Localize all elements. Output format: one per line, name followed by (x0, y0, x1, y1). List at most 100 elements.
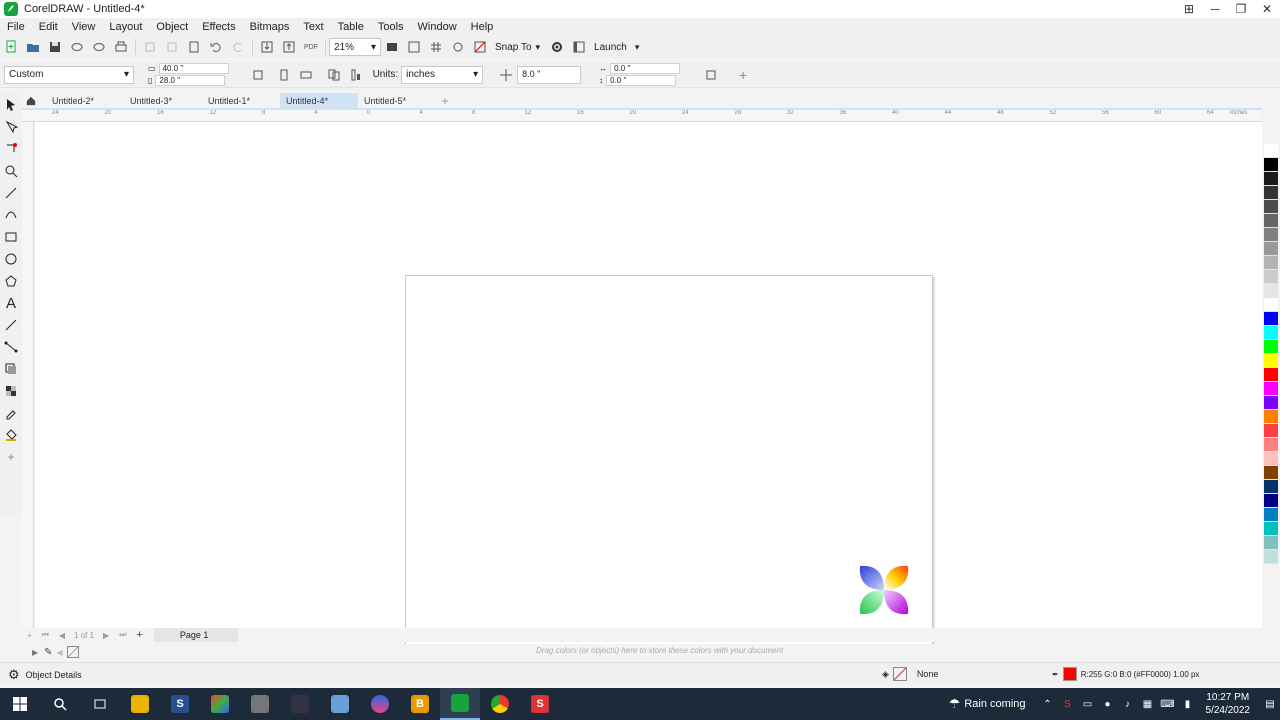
palette-swatch[interactable] (1264, 158, 1278, 172)
palette-swatch[interactable] (1264, 452, 1278, 466)
add-page-before-icon[interactable]: + (22, 631, 37, 640)
app-dark-icon[interactable] (280, 688, 320, 720)
pick-tool-icon[interactable] (0, 94, 22, 116)
palette-swatch[interactable] (1264, 340, 1278, 354)
palette-swatch[interactable] (1264, 494, 1278, 508)
palette-back-icon[interactable]: ◀ (57, 648, 63, 657)
previous-page-icon[interactable]: ◀ (54, 631, 70, 640)
paste-icon[interactable] (183, 37, 205, 57)
tray-mic-icon[interactable]: ● (1098, 688, 1118, 720)
home-icon[interactable] (22, 93, 40, 109)
polygon-tool-icon[interactable] (0, 270, 22, 292)
object-details-gear-icon[interactable]: ⚙ (8, 667, 20, 683)
save-icon[interactable] (44, 37, 66, 57)
palette-swatch[interactable] (1264, 312, 1278, 326)
palette-swatch[interactable] (1264, 214, 1278, 228)
palette-swatch[interactable] (1264, 186, 1278, 200)
palette-swatch[interactable] (1264, 550, 1278, 564)
vertical-ruler[interactable] (22, 122, 34, 630)
full-screen-preview-icon[interactable] (403, 37, 425, 57)
palette-swatch[interactable] (1264, 284, 1278, 298)
weather-icon[interactable]: ☂ (949, 696, 961, 712)
menu-bitmaps[interactable]: Bitmaps (243, 18, 297, 36)
coreldraw-taskbar-icon[interactable] (440, 688, 480, 720)
tray-app-icon[interactable]: S (1058, 688, 1078, 720)
snap-off-icon[interactable] (469, 37, 491, 57)
current-page-icon[interactable] (345, 65, 367, 85)
page-tab-page-1[interactable]: Page 1 (153, 628, 238, 642)
close-button[interactable]: ✕ (1254, 0, 1280, 18)
launch-icon[interactable] (568, 37, 590, 57)
menu-file[interactable]: File (0, 18, 32, 36)
palette-swatch[interactable] (1264, 242, 1278, 256)
eyedropper-tool-icon[interactable] (0, 402, 22, 424)
zoom-to-page-icon[interactable] (381, 37, 403, 57)
palette-swatch[interactable] (1264, 172, 1278, 186)
windows-start-icon[interactable] (0, 688, 40, 720)
palette-arrow-icon[interactable]: ▶ (32, 648, 38, 657)
app-s-red-icon[interactable]: S (520, 688, 560, 720)
menu-help[interactable]: Help (464, 18, 501, 36)
coreldraw-logo-object[interactable] (858, 564, 910, 616)
palette-swatch[interactable] (1264, 536, 1278, 550)
cloud-upload-icon[interactable] (88, 37, 110, 57)
palette-swatch[interactable] (1264, 200, 1278, 214)
palette-swatch[interactable] (1264, 480, 1278, 494)
palette-swatch[interactable] (1264, 382, 1278, 396)
add-page-after-icon[interactable]: + (131, 629, 147, 641)
ellipse-tool-icon[interactable] (0, 248, 22, 270)
store-icon[interactable]: ⊞ (1176, 0, 1202, 18)
landscape-icon[interactable] (295, 65, 317, 85)
menu-object[interactable]: Object (149, 18, 195, 36)
snap-to-label[interactable]: Snap To (491, 42, 536, 53)
app-b-icon[interactable]: B (400, 688, 440, 720)
launch-label[interactable]: Launch (590, 42, 631, 53)
shape-tool-icon[interactable] (0, 116, 22, 138)
interactive-fill-tool-icon[interactable] (0, 424, 22, 446)
drawing-page[interactable] (405, 275, 933, 645)
copy-icon[interactable] (161, 37, 183, 57)
palette-swatch[interactable] (1264, 270, 1278, 284)
page-preset-dropdown[interactable]: Custom ▾ (4, 65, 134, 84)
volume-icon[interactable]: ♪ (1118, 688, 1138, 720)
app-gray-icon[interactable] (240, 688, 280, 720)
zoom-level-dropdown[interactable]: 21% ▾ (329, 38, 381, 56)
app-droplet-icon[interactable] (360, 688, 400, 720)
tab-untitled-4[interactable]: Untitled-4* (280, 93, 358, 109)
show-guidelines-icon[interactable] (447, 37, 469, 57)
new-document-icon[interactable] (0, 37, 22, 57)
palette-swatch[interactable] (1264, 228, 1278, 242)
palette-swatch[interactable] (1264, 326, 1278, 340)
nudge-distance-input[interactable]: 8.0 " (517, 65, 582, 84)
publish-pdf-icon[interactable]: PDF (300, 37, 322, 57)
menu-window[interactable]: Window (411, 18, 464, 36)
duplicate-y-input[interactable]: 0.0 " (606, 75, 677, 86)
tray-chevron-up-icon[interactable]: ⌃ (1038, 688, 1058, 720)
notifications-icon[interactable]: ▤ (1260, 688, 1280, 720)
add-toolbar-item-icon[interactable]: + (732, 65, 754, 85)
palette-swatch[interactable] (1264, 368, 1278, 382)
print-icon[interactable] (110, 37, 132, 57)
search-icon[interactable] (40, 688, 80, 720)
outline-indicator[interactable]: ✒ R:255 G:0 B:0 (#FF0000) 1.00 px (1052, 667, 1199, 681)
menu-effects[interactable]: Effects (195, 18, 242, 36)
cut-icon[interactable] (139, 37, 161, 57)
tray-keyboard-icon[interactable]: ⌨ (1158, 688, 1178, 720)
tab-untitled-3[interactable]: Untitled-3* (124, 93, 202, 109)
horizontal-ruler[interactable]: 24 20 16 12 8 4 0 4 8 12 16 20 24 28 32 36 40 44 48 52 56 60 6… (22, 110, 1262, 122)
units-dropdown[interactable]: inches ▾ (401, 65, 484, 84)
menu-text[interactable]: Text (296, 18, 330, 36)
tray-meet-icon[interactable]: ▭ (1078, 688, 1098, 720)
menu-table[interactable]: Table (331, 18, 371, 36)
options-gear-icon[interactable] (546, 37, 568, 57)
maximize-button[interactable]: ❐ (1228, 0, 1254, 18)
weather-text[interactable]: Rain coming (964, 698, 1025, 710)
page-height-input[interactable]: 28.0 " (155, 75, 226, 86)
next-page-icon[interactable]: ▶ (98, 631, 114, 640)
export-icon[interactable] (278, 37, 300, 57)
tab-untitled-1[interactable]: Untitled-1* (202, 93, 280, 109)
all-pages-icon[interactable] (323, 65, 345, 85)
fill-indicator[interactable]: ◈ None (882, 667, 938, 681)
menu-edit[interactable]: Edit (32, 18, 65, 36)
crop-tool-icon[interactable] (0, 138, 22, 160)
